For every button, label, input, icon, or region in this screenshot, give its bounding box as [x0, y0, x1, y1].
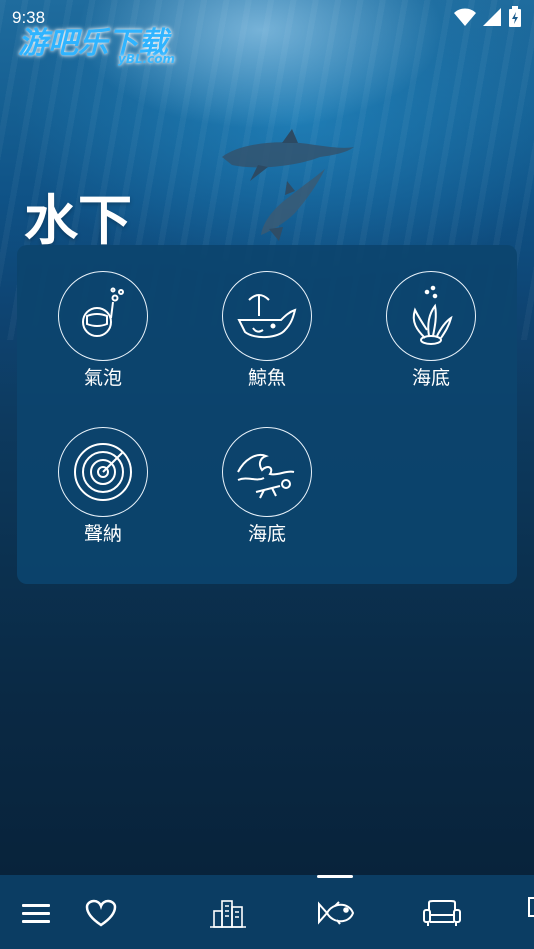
whale-icon	[237, 294, 297, 338]
dolphin-image-2	[261, 169, 325, 241]
sound-label: 鯨魚	[247, 367, 286, 389]
sound-label: 聲納	[83, 523, 122, 545]
sound-button-seabed-2[interactable]	[222, 427, 312, 517]
sound-panel: 氣泡 鯨魚 海底 聲納 海底	[17, 245, 517, 584]
sound-item-seabed-2[interactable]: 海底	[212, 427, 322, 546]
sound-item-seabed[interactable]: 海底	[376, 271, 486, 390]
tab-home[interactable]	[420, 891, 464, 935]
active-tab-indicator	[317, 875, 353, 878]
signal-icon	[483, 8, 501, 26]
favorites-button[interactable]	[79, 891, 123, 935]
page-title: 水下	[24, 189, 132, 252]
sound-item-whale[interactable]: 鯨魚	[212, 271, 322, 390]
fish-icon	[318, 901, 355, 925]
sound-item-sonar[interactable]: 聲納	[48, 427, 158, 546]
heart-icon	[85, 899, 117, 927]
city-icon	[210, 900, 246, 928]
menu-icon	[22, 904, 50, 923]
bottom-navigation	[0, 875, 534, 949]
sound-label: 海底	[411, 367, 450, 389]
sound-label: 氣泡	[83, 367, 122, 389]
menu-button[interactable]	[14, 891, 58, 935]
sound-item-bubbles[interactable]: 氣泡	[48, 271, 158, 390]
tab-city[interactable]	[206, 891, 250, 935]
sound-label: 海底	[247, 523, 286, 545]
tab-underwater[interactable]	[313, 891, 357, 935]
sound-button-sonar[interactable]	[58, 427, 148, 517]
diver-bubbles-icon	[82, 287, 124, 337]
sofa-icon	[423, 900, 461, 926]
wifi-icon	[454, 8, 476, 26]
sound-button-whale[interactable]	[222, 271, 312, 361]
watermark-sub: yBL.com	[118, 52, 176, 66]
battery-charging-icon	[509, 6, 521, 27]
wave-swimmer-icon	[237, 454, 295, 499]
sonar-icon	[74, 443, 132, 501]
nav-overflow-edge	[528, 897, 534, 917]
sound-button-bubbles[interactable]	[58, 271, 148, 361]
sound-button-seabed[interactable]	[386, 271, 476, 361]
seaweed-icon	[412, 285, 453, 345]
watermark-logo: 游吧乐下载 yBL.com	[18, 18, 175, 66]
